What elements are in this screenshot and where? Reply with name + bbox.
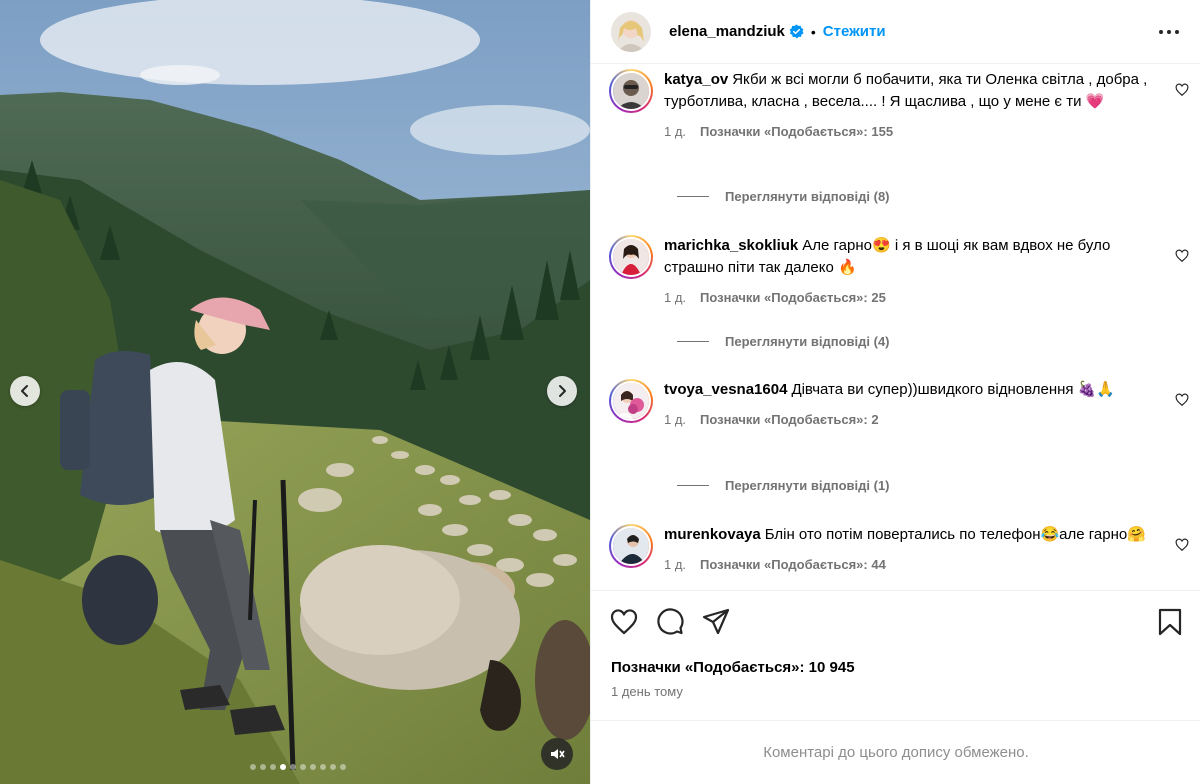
post-actions: Позначки «Подобається»: 10 945 1 день то… <box>591 590 1200 720</box>
comment-text: Якби ж всі могли б побачити, яка ти Олен… <box>664 71 1148 110</box>
chevron-right-icon <box>559 385 566 397</box>
author-avatar[interactable] <box>611 11 651 52</box>
comment-text: Дівчата ви супер))швидкого відновлення 🍇… <box>791 381 1116 398</box>
slide-dot <box>260 764 266 770</box>
replies-line <box>677 341 709 342</box>
comment-like-heart-icon[interactable] <box>1175 83 1189 97</box>
comment-age[interactable]: 1 д. <box>664 412 686 427</box>
comment-icon[interactable] <box>655 607 685 637</box>
view-replies-button[interactable]: Переглянути відповіді (4) <box>677 334 890 349</box>
slide-dot <box>330 764 336 770</box>
verified-badge-icon <box>789 24 804 39</box>
comment-likes[interactable]: Позначки «Подобається»: 25 <box>700 290 886 305</box>
comments-limited-notice: Коментарі до цього допису обмежено. <box>591 720 1200 784</box>
replies-line <box>677 485 709 486</box>
slide-dot <box>270 764 276 770</box>
slide-dot <box>280 764 286 770</box>
share-icon[interactable] <box>701 607 731 637</box>
replies-line <box>677 196 709 197</box>
mute-button[interactable] <box>541 738 573 770</box>
previous-slide-button[interactable] <box>10 376 40 406</box>
slide-dot <box>340 764 346 770</box>
comment-username[interactable]: murenkovaya <box>664 526 761 543</box>
slide-indicator <box>0 764 590 770</box>
post-timestamp[interactable]: 1 день тому <box>611 684 683 699</box>
comment-avatar[interactable] <box>609 235 653 279</box>
slide-dot <box>250 764 256 770</box>
comment-like-heart-icon[interactable] <box>1175 538 1189 552</box>
comment-avatar[interactable] <box>609 524 653 568</box>
view-replies-button[interactable]: Переглянути відповіді (8) <box>677 189 890 204</box>
comment-avatar[interactable] <box>609 69 653 113</box>
bookmark-icon[interactable] <box>1155 607 1185 637</box>
comment-likes[interactable]: Позначки «Подобається»: 2 <box>700 412 879 427</box>
audio-muted-icon <box>551 749 565 759</box>
view-replies-label: Переглянути відповіді (1) <box>725 478 890 493</box>
more-options-button[interactable] <box>1157 22 1181 42</box>
comment-likes[interactable]: Позначки «Подобається»: 155 <box>700 124 893 139</box>
comment-age[interactable]: 1 д. <box>664 124 686 139</box>
slide-dot <box>320 764 326 770</box>
comment-avatar[interactable] <box>609 379 653 423</box>
more-horizontal-icon <box>1159 30 1179 34</box>
comment-username[interactable]: tvoya_vesna1604 <box>664 381 787 398</box>
comment-username[interactable]: marichka_skokliuk <box>664 237 798 254</box>
post-media[interactable] <box>0 0 590 784</box>
slide-dot <box>300 764 306 770</box>
post-photo <box>0 0 590 784</box>
comment-age[interactable]: 1 д. <box>664 557 686 572</box>
next-slide-button[interactable] <box>547 376 577 406</box>
comment-likes[interactable]: Позначки «Подобається»: 44 <box>700 557 886 572</box>
comment-like-heart-icon[interactable] <box>1175 249 1189 263</box>
view-replies-label: Переглянути відповіді (8) <box>725 189 890 204</box>
heart-icon[interactable] <box>609 607 639 637</box>
comment-username[interactable]: katya_ov <box>664 71 728 88</box>
slide-dot <box>310 764 316 770</box>
post-header: elena_mandziuk • Стежити <box>591 0 1200 64</box>
chevron-left-icon <box>21 385 28 397</box>
post-side-panel: elena_mandziuk • Стежити katya_ov Якби ж… <box>590 0 1200 784</box>
author-username[interactable]: elena_mandziuk <box>669 23 785 40</box>
slide-dot <box>290 764 296 770</box>
comment-like-heart-icon[interactable] <box>1175 393 1189 407</box>
header-separator: • <box>810 23 816 40</box>
comments-list[interactable]: katya_ov Якби ж всі могли б побачити, яка… <box>591 65 1200 590</box>
follow-button[interactable]: Стежити <box>823 23 886 40</box>
view-replies-button[interactable]: Переглянути відповіді (1) <box>677 478 890 493</box>
comment-age[interactable]: 1 д. <box>664 290 686 305</box>
instagram-post-view: elena_mandziuk • Стежити katya_ov Якби ж… <box>0 0 1200 784</box>
comment-text: Блін ото потім повертались по телефон😂ал… <box>764 526 1146 543</box>
post-likes-count[interactable]: Позначки «Подобається»: 10 945 <box>611 659 855 676</box>
view-replies-label: Переглянути відповіді (4) <box>725 334 890 349</box>
